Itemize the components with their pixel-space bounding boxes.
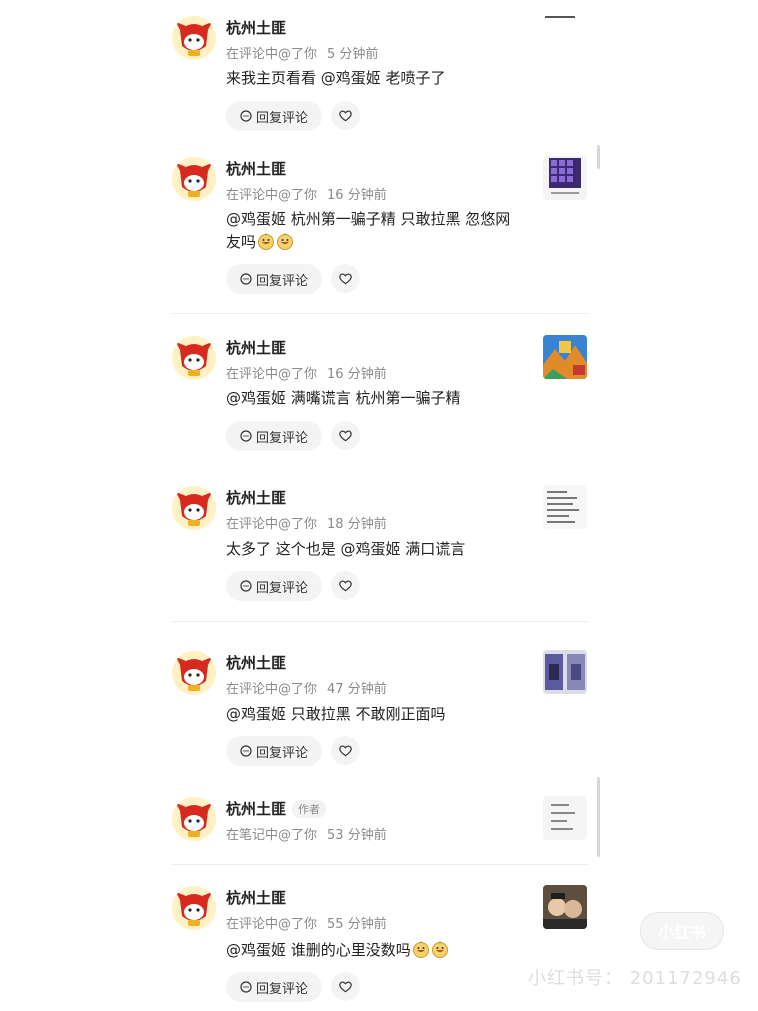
like-button[interactable]	[331, 972, 360, 1001]
username[interactable]: 杭州土匪	[226, 798, 286, 819]
timestamp: 47 分钟前	[327, 682, 387, 697]
comment-text-body: @鸡蛋姬 谁删的心里没数吗	[226, 941, 411, 959]
heart-icon	[339, 981, 352, 993]
avatar[interactable]	[172, 336, 216, 380]
comment-text: @鸡蛋姬 满嘴谎言 杭州第一骗子精	[226, 389, 461, 407]
reply-button[interactable]: 回复评论	[226, 421, 322, 451]
note-thumbnail[interactable]	[543, 335, 587, 379]
reply-button[interactable]: 回复评论	[226, 571, 322, 601]
username[interactable]: 杭州土匪	[226, 487, 286, 508]
comment-icon	[240, 430, 252, 442]
timestamp: 55 分钟前	[327, 917, 387, 932]
note-thumbnail[interactable]	[543, 14, 587, 58]
timestamp: 18 分钟前	[327, 517, 387, 532]
username[interactable]: 杭州土匪	[226, 158, 286, 179]
divider	[172, 621, 588, 622]
comment-icon	[240, 580, 252, 592]
comment-text-line1: @鸡蛋姬 杭州第一骗子精 只敢拉黑 忽悠网	[226, 210, 511, 228]
comment-text: 来我主页看看 @鸡蛋姬 老喷子了	[226, 69, 446, 87]
timestamp: 5 分钟前	[327, 47, 379, 62]
scrollbar[interactable]	[597, 145, 600, 169]
comment-text: @鸡蛋姬 只敢拉黑 不敢刚正面吗	[226, 705, 446, 723]
reply-label: 回复评论	[255, 110, 308, 126]
action-text: 在评论中@了你	[226, 367, 318, 382]
reply-button[interactable]: 回复评论	[226, 101, 322, 131]
avatar[interactable]	[172, 16, 216, 60]
action-meta: 在评论中@了你 47 分钟前	[226, 678, 387, 697]
heart-icon	[339, 273, 352, 285]
reply-label: 回复评论	[255, 580, 308, 596]
action-meta: 在笔记中@了你 53 分钟前	[226, 824, 387, 843]
comment-text-line2: 友吗	[226, 233, 257, 251]
heart-icon	[339, 580, 352, 592]
reply-label: 回复评论	[255, 273, 308, 289]
comment-icon	[240, 110, 252, 122]
reply-button[interactable]: 回复评论	[226, 736, 322, 766]
note-thumbnail[interactable]	[543, 796, 587, 840]
heart-icon	[339, 745, 352, 757]
divider	[172, 864, 588, 865]
action-meta: 在评论中@了你 5 分钟前	[226, 43, 378, 62]
timestamp: 53 分钟前	[327, 828, 387, 843]
watermark-id: 小红书号： 201172946	[528, 968, 742, 989]
action-meta: 在评论中@了你 18 分钟前	[226, 513, 387, 532]
avatar[interactable]	[172, 886, 216, 930]
reply-label: 回复评论	[255, 430, 308, 446]
scrollbar[interactable]	[597, 777, 600, 857]
avatar[interactable]	[172, 157, 216, 201]
username[interactable]: 杭州土匪	[226, 337, 286, 358]
like-button[interactable]	[331, 736, 360, 765]
username[interactable]: 杭州土匪	[226, 17, 286, 38]
avatar[interactable]	[172, 486, 216, 530]
comment-icon	[240, 273, 252, 285]
username[interactable]: 杭州土匪	[226, 887, 286, 908]
comment-icon	[240, 981, 252, 993]
note-thumbnail[interactable]	[543, 650, 587, 694]
action-meta: 在评论中@了你 55 分钟前	[226, 913, 387, 932]
comment-text: @鸡蛋姬 谁删的心里没数吗	[226, 939, 526, 962]
avatar[interactable]	[172, 651, 216, 695]
action-text: 在评论中@了你	[226, 517, 318, 532]
timestamp: 16 分钟前	[327, 188, 387, 203]
reply-label: 回复评论	[255, 745, 308, 761]
like-button[interactable]	[331, 571, 360, 600]
grin-emoji-icon	[257, 232, 275, 250]
reply-label: 回复评论	[255, 981, 308, 997]
heart-icon	[339, 430, 352, 442]
note-thumbnail[interactable]	[543, 885, 587, 929]
heart-icon	[339, 110, 352, 122]
timestamp: 16 分钟前	[327, 367, 387, 382]
like-button[interactable]	[331, 101, 360, 130]
note-thumbnail[interactable]	[543, 156, 587, 200]
divider	[172, 313, 588, 314]
note-thumbnail[interactable]	[543, 485, 587, 529]
action-meta: 在评论中@了你 16 分钟前	[226, 363, 387, 382]
comment-text: @鸡蛋姬 杭州第一骗子精 只敢拉黑 忽悠网 友吗	[226, 208, 526, 254]
action-text: 在评论中@了你	[226, 47, 318, 62]
action-text: 在评论中@了你	[226, 188, 318, 203]
like-button[interactable]	[331, 421, 360, 450]
action-text: 在笔记中@了你	[226, 828, 318, 843]
action-meta: 在评论中@了你 16 分钟前	[226, 184, 387, 203]
reply-button[interactable]: 回复评论	[226, 264, 322, 294]
username[interactable]: 杭州土匪	[226, 652, 286, 673]
author-badge: 作者	[292, 800, 326, 818]
avatar[interactable]	[172, 797, 216, 841]
action-text: 在评论中@了你	[226, 682, 318, 697]
grin-emoji-icon	[412, 940, 430, 958]
like-button[interactable]	[331, 264, 360, 293]
grin-emoji-icon	[431, 940, 449, 958]
grin-emoji-icon	[276, 232, 294, 250]
comment-icon	[240, 745, 252, 757]
reply-button[interactable]: 回复评论	[226, 972, 322, 1002]
comment-text: 太多了 这个也是 @鸡蛋姬 满口谎言	[226, 540, 466, 558]
watermark-logo: 小红书	[640, 912, 724, 950]
action-text: 在评论中@了你	[226, 917, 318, 932]
